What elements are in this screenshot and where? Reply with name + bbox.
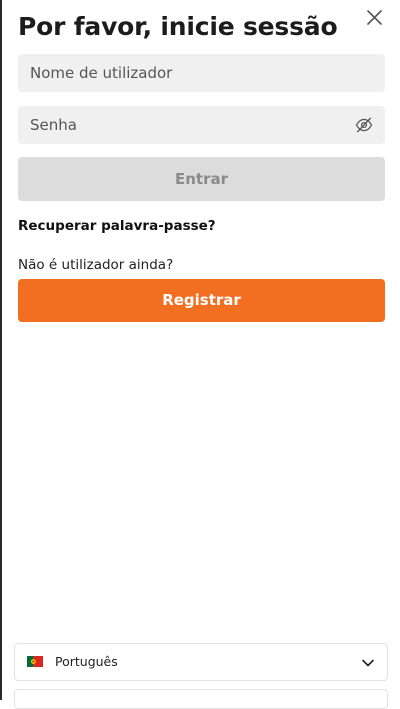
- panel-left-border: [0, 0, 2, 700]
- portugal-flag-icon: [27, 656, 43, 667]
- register-button[interactable]: Registrar: [18, 279, 385, 322]
- username-field: [18, 54, 385, 92]
- recover-password-link[interactable]: Recuperar palavra-passe?: [18, 218, 216, 234]
- language-label: Português: [55, 654, 118, 669]
- eye-off-icon[interactable]: [355, 116, 373, 134]
- no-account-text: Não é utilizador ainda?: [18, 257, 174, 273]
- partial-bottom-element: [14, 689, 388, 709]
- close-button[interactable]: [362, 6, 386, 30]
- login-button[interactable]: Entrar: [18, 157, 385, 201]
- password-field: [18, 106, 385, 144]
- language-select[interactable]: Português: [14, 643, 388, 681]
- username-input[interactable]: [18, 54, 385, 92]
- password-input[interactable]: [18, 106, 385, 144]
- page-title: Por favor, inicie sessão: [18, 12, 338, 41]
- chevron-down-icon: [362, 659, 374, 667]
- close-icon: [367, 10, 382, 25]
